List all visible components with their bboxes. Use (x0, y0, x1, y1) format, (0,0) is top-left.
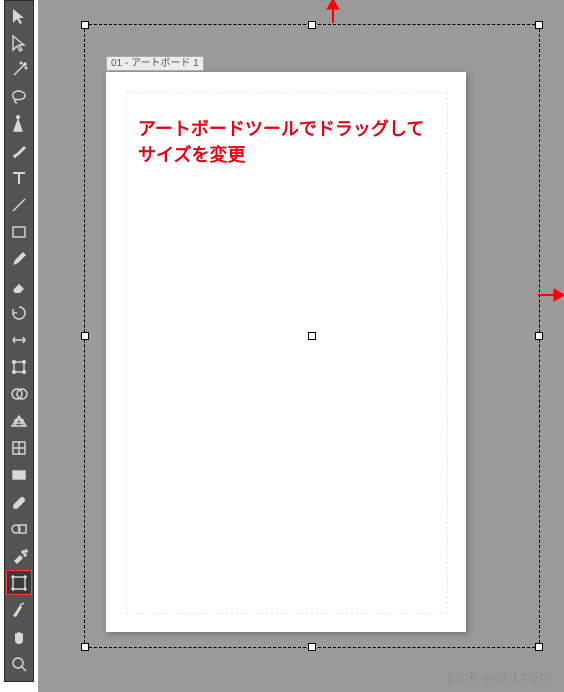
magic-wand-tool[interactable] (6, 57, 32, 82)
eyedropper-tool[interactable] (6, 489, 32, 514)
artboard-tool[interactable] (6, 570, 32, 595)
rotate-tool[interactable] (6, 300, 32, 325)
shape-builder-tool[interactable] (6, 381, 32, 406)
paintbrush-tool[interactable] (6, 138, 32, 163)
width-tool[interactable] (6, 327, 32, 352)
perspective-grid-tool[interactable] (6, 408, 32, 433)
blend-tool[interactable] (6, 516, 32, 541)
free-transform-tool[interactable] (6, 354, 32, 379)
line-tool[interactable] (6, 192, 32, 217)
selection-tool[interactable] (6, 3, 32, 28)
gradient-tool[interactable] (6, 462, 32, 487)
lasso-tool[interactable] (6, 84, 32, 109)
handle-center[interactable] (308, 332, 316, 340)
handle-top-left[interactable] (81, 21, 89, 29)
symbol-sprayer-tool[interactable] (6, 543, 32, 568)
pencil-tool[interactable] (6, 246, 32, 271)
eraser-tool[interactable] (6, 273, 32, 298)
handle-top-right[interactable] (535, 21, 543, 29)
handle-top-mid[interactable] (308, 21, 316, 29)
type-tool[interactable] (6, 165, 32, 190)
slice-tool[interactable] (6, 597, 32, 622)
artboard-bounding-box[interactable] (84, 24, 540, 648)
handle-bottom-right[interactable] (535, 643, 543, 651)
app-root: 01 - アートボード 1 アートボードツールでドラッグしてサイズを変更 jun… (0, 0, 564, 692)
rectangle-tool[interactable] (6, 219, 32, 244)
pen-tool[interactable] (6, 111, 32, 136)
tool-panel (4, 0, 34, 682)
zoom-tool[interactable] (6, 651, 32, 676)
arrow-right-icon (536, 286, 564, 304)
mesh-tool[interactable] (6, 435, 32, 460)
canvas-area[interactable]: 01 - アートボード 1 アートボードツールでドラッグしてサイズを変更 jun… (38, 0, 564, 692)
handle-bottom-mid[interactable] (308, 643, 316, 651)
handle-bottom-left[interactable] (81, 643, 89, 651)
hand-tool[interactable] (6, 624, 32, 649)
handle-mid-left[interactable] (81, 332, 89, 340)
handle-mid-right[interactable] (535, 332, 543, 340)
watermark: junk-word.com (448, 669, 552, 686)
direct-selection-tool[interactable] (6, 30, 32, 55)
arrow-up-icon (323, 0, 343, 25)
